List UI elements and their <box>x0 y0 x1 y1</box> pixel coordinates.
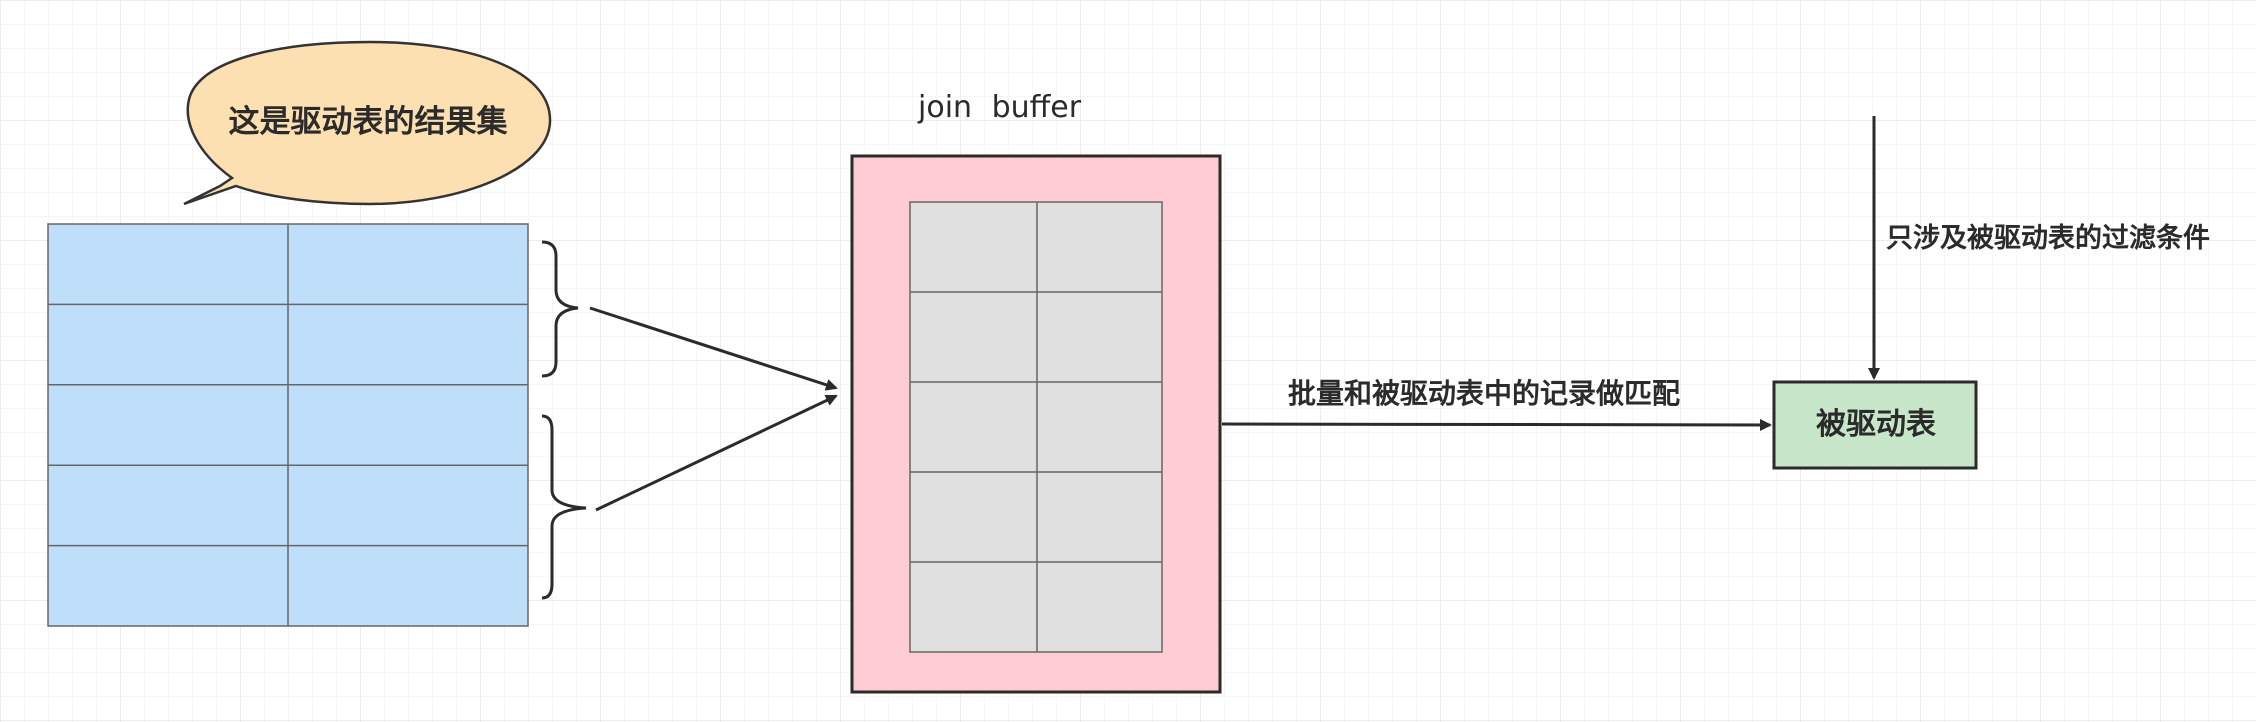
driven-table-label: 被驱动表 <box>1816 407 1936 442</box>
filter-arrow-label: 只涉及被驱动表的过滤条件 <box>1886 223 2210 254</box>
bubble-text: 这是驱动表的结果集 <box>228 104 508 140</box>
join-buffer-inner-grid <box>909 201 1163 653</box>
arrow-brace-bottom-to-buffer <box>595 394 838 512</box>
arrow-brace-top-to-buffer <box>589 306 838 391</box>
match-arrow-label: 批量和被驱动表中的记录做匹配 <box>1288 377 1681 410</box>
brace-top <box>541 240 579 378</box>
join-buffer-title: join buffer <box>918 90 1082 125</box>
driving-table <box>47 223 529 627</box>
brace-bottom <box>541 414 587 600</box>
diagram-canvas: 这是驱动表的结果集 join buffer 批量和被驱动表中的记录做匹配 只涉及… <box>0 0 2256 722</box>
join-buffer <box>850 154 1222 694</box>
arrow-buffer-to-driven-table <box>1221 418 1772 431</box>
